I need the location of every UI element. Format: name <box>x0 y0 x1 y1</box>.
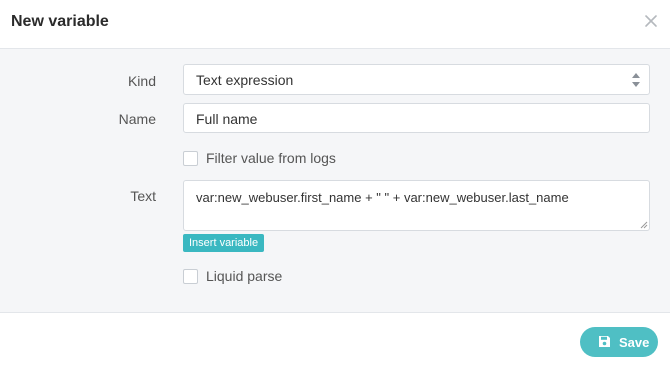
text-textarea[interactable]: var:new_webuser.first_name + " " + var:n… <box>183 180 650 231</box>
liquid-parse-label: Liquid parse <box>206 268 283 284</box>
text-label: Text <box>130 188 156 204</box>
liquid-parse-checkbox[interactable] <box>183 269 198 284</box>
kind-label: Kind <box>127 73 156 89</box>
name-input-value: Full name <box>196 111 258 127</box>
dialog-footer: Save <box>0 313 670 369</box>
floppy-disk-icon <box>599 336 610 347</box>
dialog-header: New variable <box>0 0 670 49</box>
new-variable-dialog: New variable Kind Text expression Name F… <box>0 0 670 369</box>
save-button[interactable]: Save <box>580 327 658 357</box>
insert-variable-button[interactable]: Insert variable <box>183 234 265 252</box>
dialog-title: New variable <box>11 13 109 30</box>
dialog-body: Kind Text expression Name Full name Filt… <box>0 49 670 313</box>
close-icon[interactable] <box>642 12 660 30</box>
text-textarea-value: var:new_webuser.first_name + " " + var:n… <box>196 190 569 205</box>
kind-select[interactable]: Text expression <box>183 64 650 95</box>
save-button-label: Save <box>619 335 650 350</box>
resize-handle-icon[interactable] <box>640 221 648 229</box>
filter-logs-label: Filter value from logs <box>206 150 336 166</box>
kind-select-value: Text expression <box>196 72 294 88</box>
filter-logs-checkbox[interactable] <box>183 151 198 166</box>
name-input[interactable]: Full name <box>183 103 650 133</box>
name-label: Name <box>118 111 156 127</box>
select-arrows-icon <box>632 73 640 87</box>
